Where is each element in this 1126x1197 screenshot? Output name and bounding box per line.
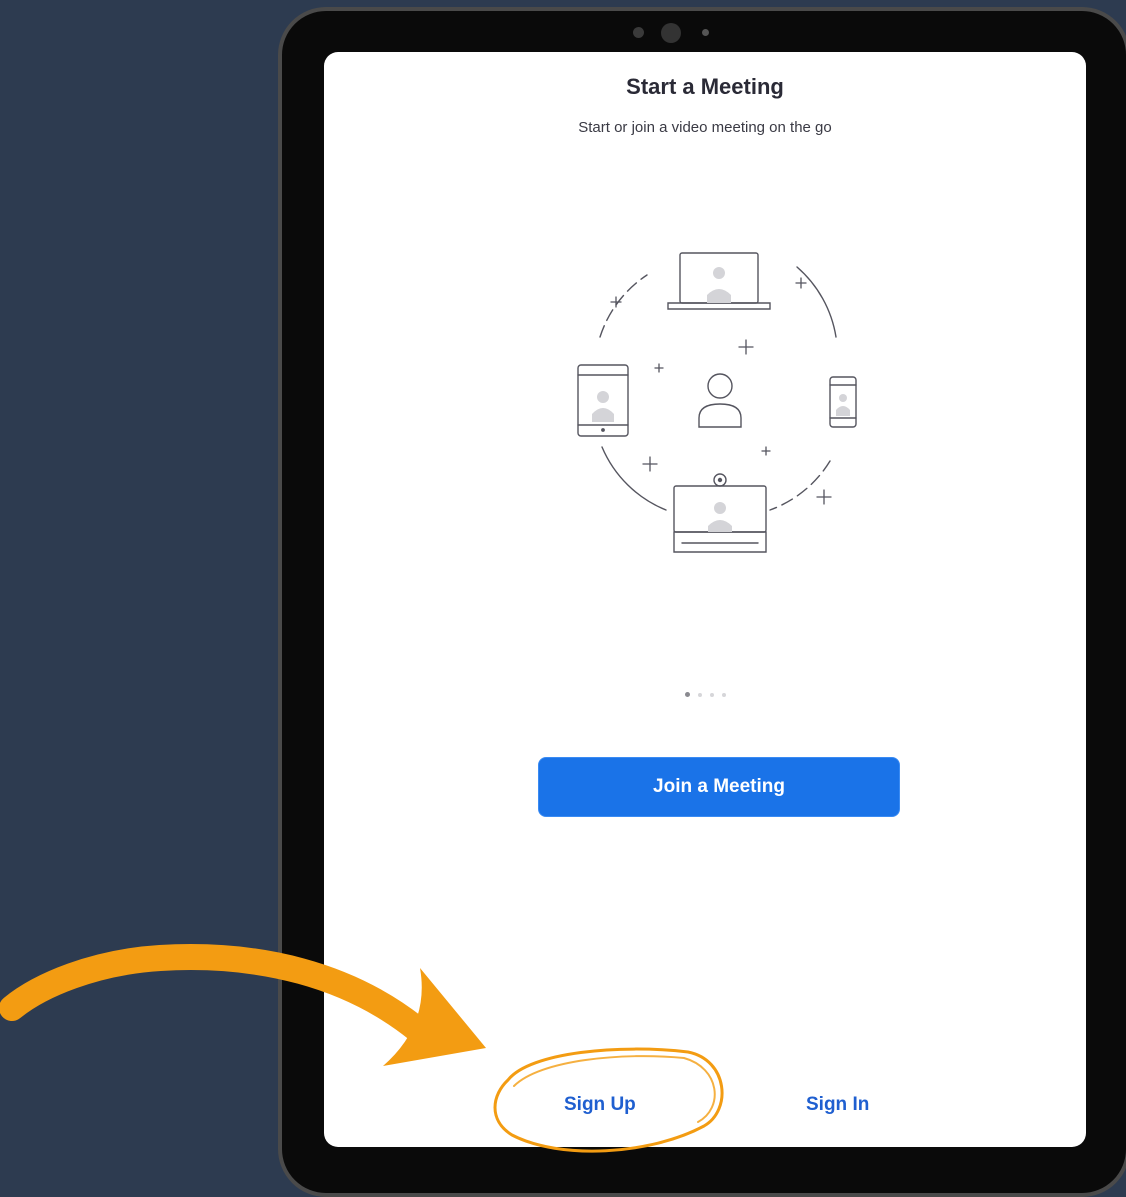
- sparkle-plus-icons: [610, 277, 832, 505]
- laptop-icon: [667, 252, 771, 310]
- page-dot-2[interactable]: [697, 693, 702, 697]
- app-screen: Start a Meeting Start or join a video me…: [324, 52, 1086, 1147]
- meeting-devices-illustration: [577, 252, 857, 553]
- camera-lens: [661, 23, 681, 43]
- page-dot-3[interactable]: [709, 693, 714, 697]
- camera-dot: [702, 29, 709, 36]
- page-dot-4[interactable]: [721, 693, 726, 697]
- sign-in-button[interactable]: Sign In: [806, 1094, 869, 1116]
- page-indicator[interactable]: [324, 684, 1086, 702]
- room-system-icon: [673, 473, 767, 553]
- sign-up-button[interactable]: Sign Up: [564, 1094, 636, 1116]
- phone-icon: [829, 376, 857, 428]
- person-icon: [698, 373, 742, 428]
- join-meeting-button[interactable]: Join a Meeting: [538, 757, 900, 817]
- tablet-device-icon: [577, 364, 629, 437]
- page-dot-1[interactable]: [684, 692, 690, 697]
- sensor-dot: [633, 27, 644, 38]
